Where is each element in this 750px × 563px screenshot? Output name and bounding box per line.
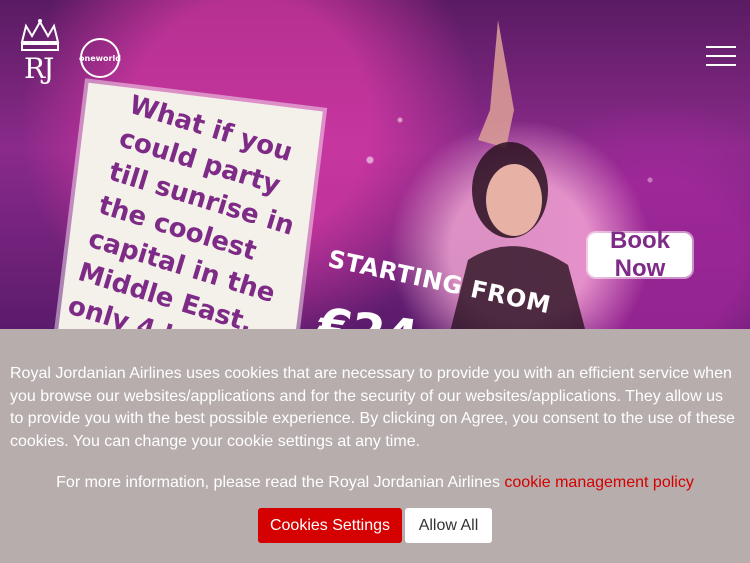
hero-banner: RJ oneworld What if you could party till… [0,0,750,330]
cookies-settings-button[interactable]: Cookies Settings [258,508,402,543]
promo-ticket: What if you could party till sunrise in … [53,82,323,330]
promo-text: What if you could party till sunrise in … [64,89,298,330]
allow-all-button[interactable]: Allow All [405,508,492,543]
cookie-more-info: For more information, please read the Ro… [0,472,750,494]
cookie-consent-banner: Royal Jordanian Airlines uses cookies th… [0,329,750,563]
royal-jordanian-logo[interactable]: RJ [14,18,66,94]
oneworld-logo[interactable]: oneworld [79,38,121,78]
cookie-policy-link[interactable]: cookie management policy [504,474,693,491]
book-now-button[interactable]: Book Now [588,227,692,282]
brand-mark: RJ [24,52,54,85]
crown-icon [20,19,60,51]
cookie-notice-text: Royal Jordanian Airlines uses cookies th… [10,365,735,450]
cookie-more-info-text: For more information, please read the Ro… [56,474,505,491]
hamburger-menu-icon[interactable] [706,46,736,66]
price-text: €24 [315,297,422,330]
